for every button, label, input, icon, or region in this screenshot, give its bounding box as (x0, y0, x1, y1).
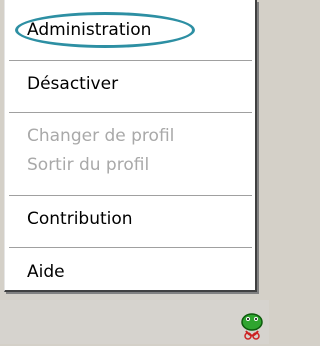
taskbar (0, 300, 269, 344)
menu-separator (9, 60, 252, 62)
menu-separator (9, 247, 252, 249)
tray-frog-icon[interactable] (238, 312, 266, 342)
menu-separator (9, 195, 252, 197)
menu-item-sortir-du-profil: Sortir du profil (27, 155, 150, 175)
menu-item-changer-de-profil: Changer de profil (27, 126, 175, 146)
context-menu: Administration Désactiver Changer de pro… (4, 0, 257, 292)
menu-separator (9, 112, 252, 114)
menu-item-desactiver[interactable]: Désactiver (27, 73, 118, 95)
menu-item-aide[interactable]: Aide (27, 261, 65, 283)
menu-item-administration[interactable]: Administration (27, 19, 151, 41)
menu-item-contribution[interactable]: Contribution (27, 208, 133, 230)
